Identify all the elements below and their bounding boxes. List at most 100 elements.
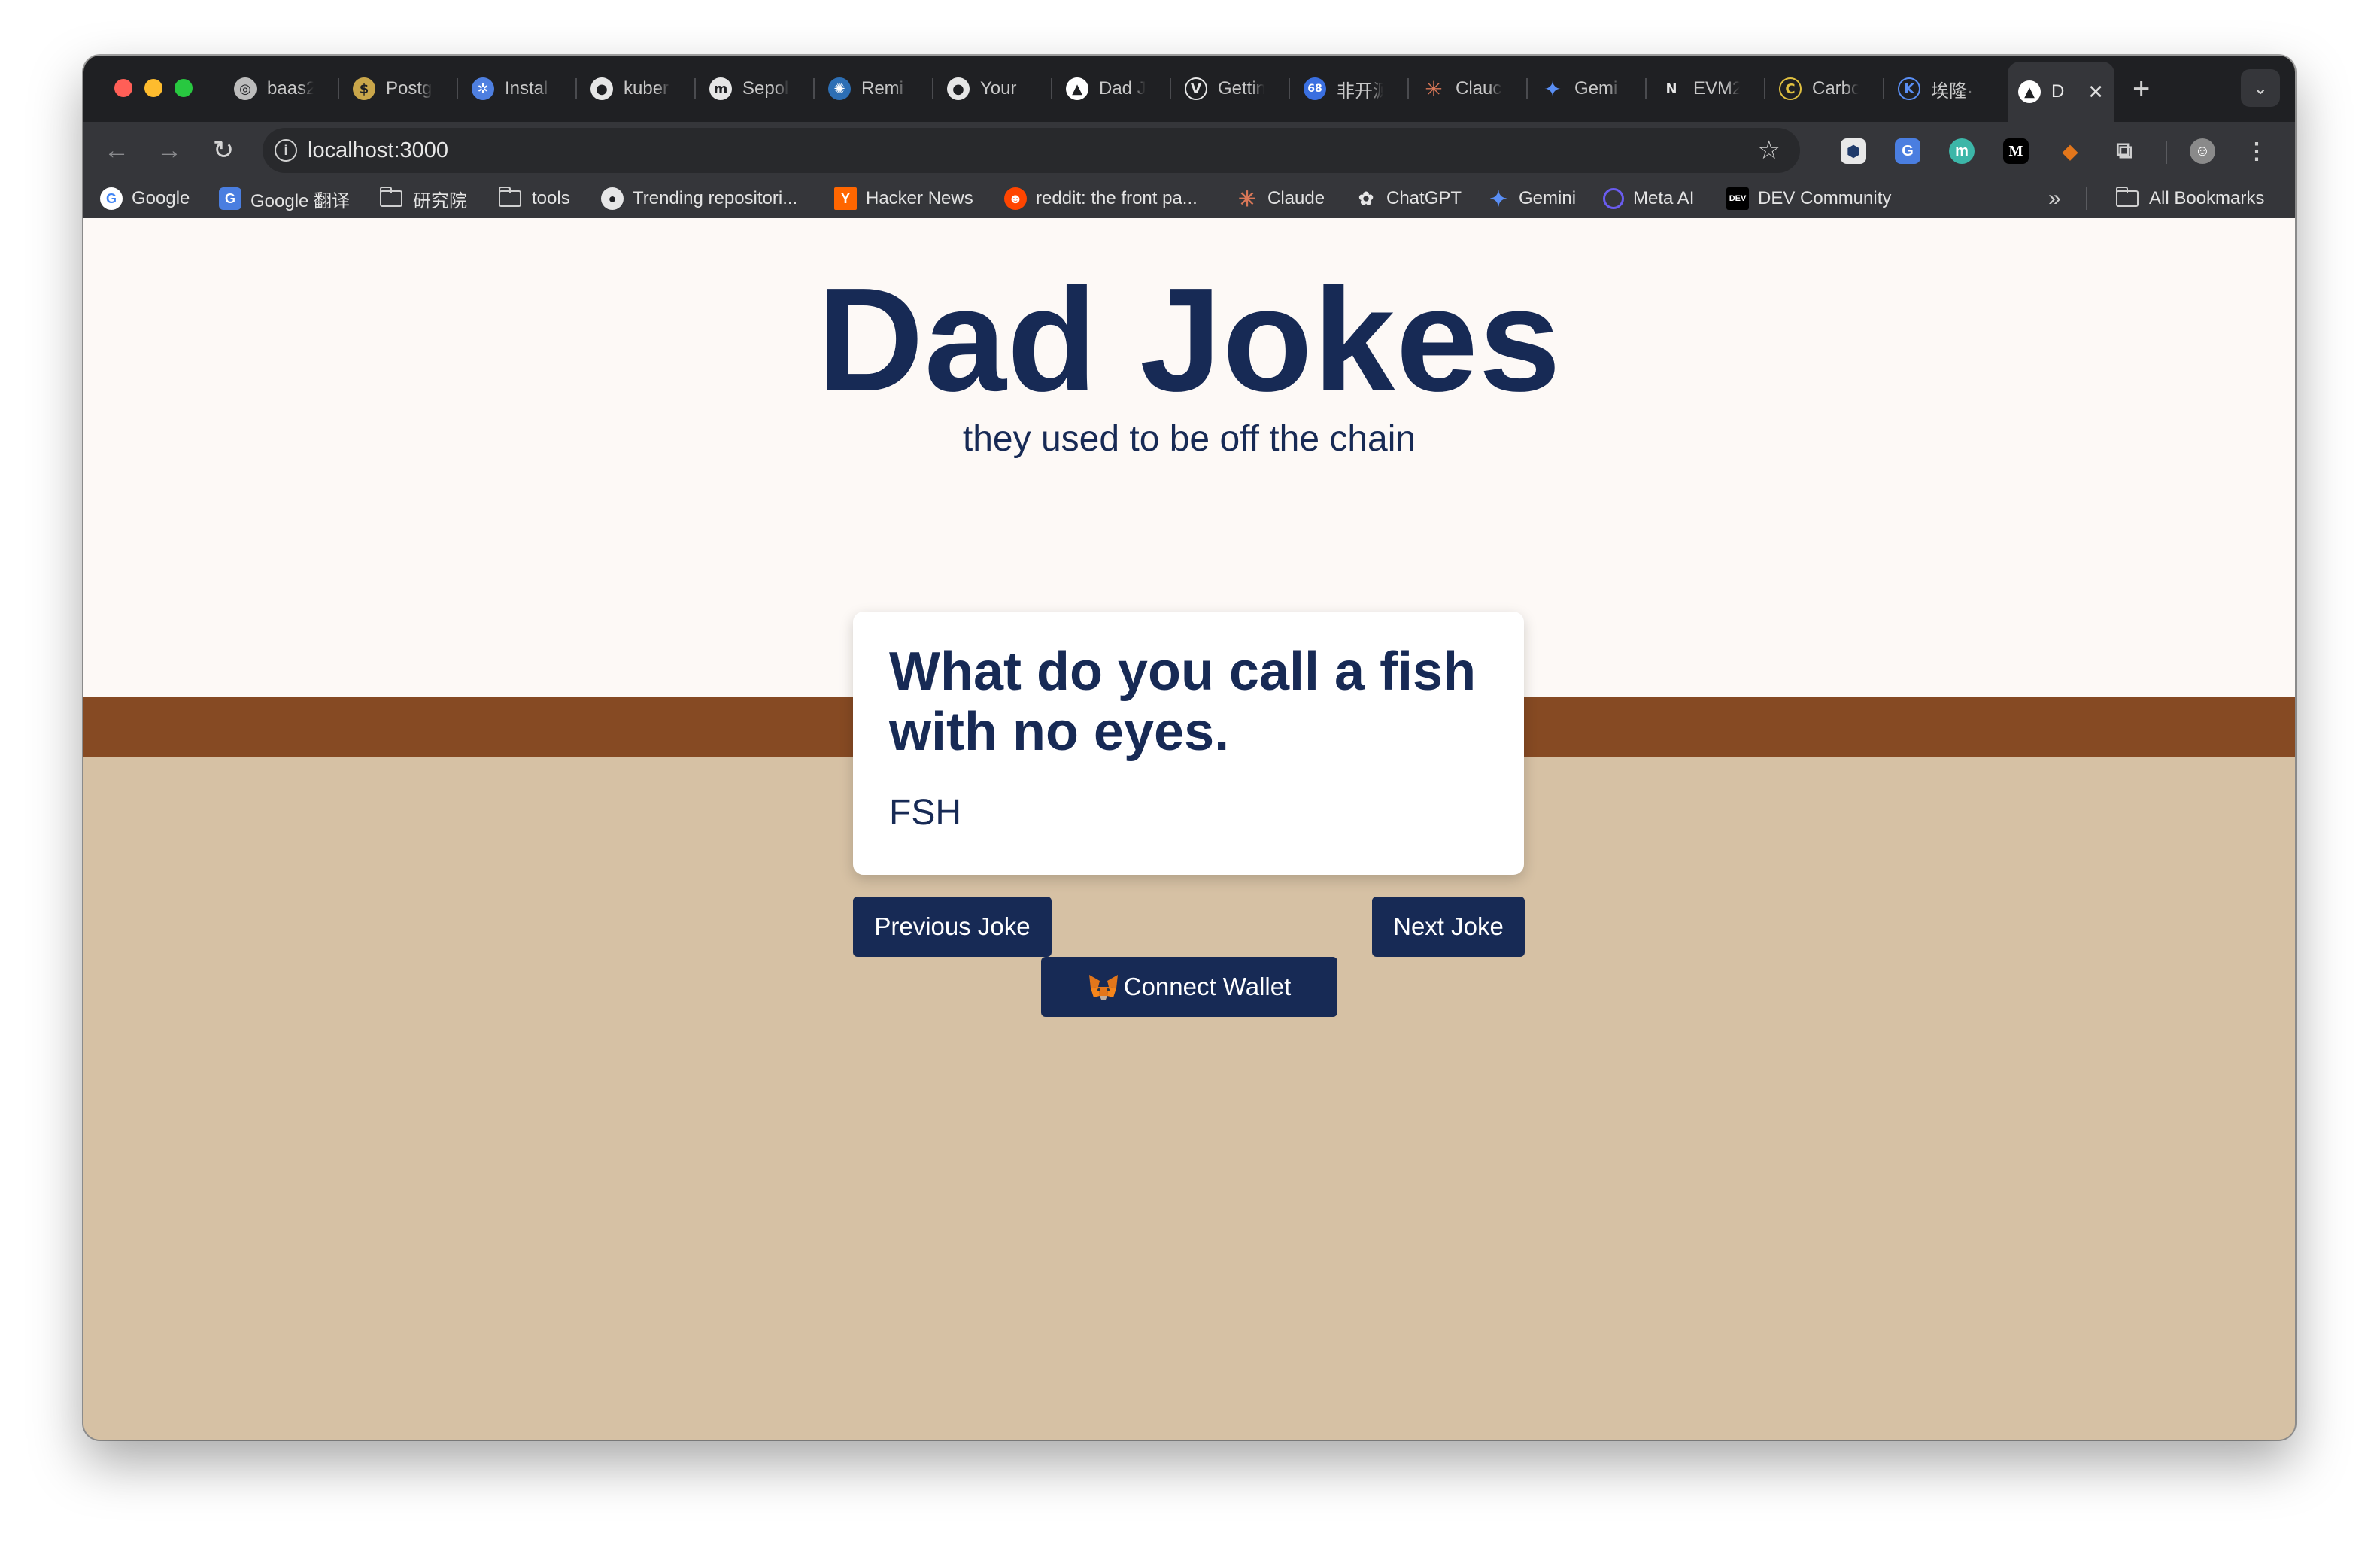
joke-answer: FSH xyxy=(889,793,961,833)
google-translate-extension-icon[interactable]: G xyxy=(1895,138,1920,164)
page-subtitle: they used to be off the chain xyxy=(962,419,1416,459)
arrow-right-icon: → xyxy=(156,135,182,165)
previous-joke-button[interactable]: Previous Joke xyxy=(853,897,1052,957)
tab-3[interactable]: ● kuber xyxy=(580,68,697,110)
minimize-window-button[interactable] xyxy=(144,79,162,97)
coin-icon: $ xyxy=(353,77,375,100)
triangle-icon: ▲ xyxy=(1066,77,1088,100)
tab-search-button[interactable]: ⌄ xyxy=(2241,69,2280,107)
google-icon: G xyxy=(100,187,123,210)
next-joke-button[interactable]: Next Joke xyxy=(1372,897,1525,957)
tab-11[interactable]: ✦ Gemi xyxy=(1531,68,1648,110)
bookmark-chatgpt[interactable]: ✿ ChatGPT xyxy=(1355,185,1462,212)
reload-button[interactable]: ↻ xyxy=(205,132,241,168)
folder-icon xyxy=(2116,187,2139,207)
close-tab-icon[interactable]: ✕ xyxy=(2087,80,2104,104)
folder-icon xyxy=(499,187,521,207)
bookmark-gemini[interactable]: ✦ Gemini xyxy=(1487,185,1576,212)
bookmark-google-translate[interactable]: G Google 翻译 xyxy=(219,185,350,212)
site-info-icon[interactable]: i xyxy=(275,139,297,162)
github-icon: ● xyxy=(947,77,970,100)
gemini-icon: ✦ xyxy=(1489,187,1507,211)
bookmarks-divider xyxy=(2086,187,2087,210)
tab-0[interactable]: ◎ baas2 xyxy=(223,68,341,110)
page-title: Dad Jokes xyxy=(817,257,1562,422)
bookmark-folder-research[interactable]: 研究院 xyxy=(380,185,467,212)
kimi-icon: K xyxy=(1898,77,1920,100)
browser-window: ◎ baas2 $ Postg ✲ Instal ● kuber m Sepol… xyxy=(83,56,2295,1440)
profile-avatar[interactable]: ☺ xyxy=(2190,138,2215,164)
reddit-icon: ☻ xyxy=(1004,187,1027,210)
badge-icon: 68 xyxy=(1304,77,1326,100)
remix-icon: ✺ xyxy=(828,77,851,100)
bookmark-google[interactable]: G Google xyxy=(100,185,190,212)
tab-12[interactable]: N EVM2 xyxy=(1650,68,1767,110)
tab-2[interactable]: ✲ Instal xyxy=(461,68,578,110)
meta-ai-icon xyxy=(1603,188,1624,209)
tab-6[interactable]: ● Your xyxy=(937,68,1054,110)
joke-card: What do you call a fish with no eyes. FS… xyxy=(853,612,1524,875)
bookmarks-overflow-button[interactable]: » xyxy=(2048,185,2061,212)
bookmark-dev-community[interactable]: DEV DEV Community xyxy=(1726,185,1891,212)
notion-icon: N xyxy=(1665,80,1677,97)
google-translate-icon: G xyxy=(219,187,241,210)
connect-wallet-button[interactable]: Connect Wallet xyxy=(1041,957,1337,1017)
all-bookmarks-button[interactable]: All Bookmarks xyxy=(2116,185,2264,212)
tab-8[interactable]: V Gettin xyxy=(1174,68,1292,110)
extension-m-icon[interactable]: m xyxy=(1949,138,1975,164)
triangle-icon: ▲ xyxy=(2018,80,2041,103)
address-bar[interactable]: i localhost:3000 ☆ xyxy=(263,128,1800,173)
tab-7[interactable]: ▲ Dad J xyxy=(1055,68,1173,110)
dev-icon: DEV xyxy=(1726,187,1749,210)
bookmark-hacker-news[interactable]: Y Hacker News xyxy=(834,185,973,212)
more-menu-icon[interactable]: ⋮ xyxy=(2244,138,2269,164)
tab-13[interactable]: C Carbo xyxy=(1768,68,1886,110)
folder-icon xyxy=(380,187,402,207)
connect-wallet-label: Connect Wallet xyxy=(1123,973,1292,1000)
tab-14[interactable]: K 埃隆· xyxy=(1887,68,2005,110)
medium-extension-icon[interactable]: M xyxy=(2003,138,2029,164)
metamask-extension-icon[interactable]: ◆ xyxy=(2057,138,2083,164)
bookmark-trending[interactable]: ● Trending repositori... xyxy=(601,185,797,212)
bookmark-folder-tools[interactable]: tools xyxy=(499,185,570,212)
address-text[interactable]: localhost:3000 xyxy=(308,138,448,163)
browser-toolbar: ← → ↻ i localhost:3000 ☆ ⬢ G m M ◆ ⧉ ☺ ⋮ xyxy=(83,122,2295,179)
arrow-left-icon: ← xyxy=(104,135,129,165)
reload-icon: ↻ xyxy=(212,136,235,165)
extension-1-icon[interactable]: ⬢ xyxy=(1841,138,1866,164)
openai-icon: ◎ xyxy=(234,77,257,100)
github-icon: ● xyxy=(601,187,624,210)
claude-icon: ✳ xyxy=(1238,187,1256,211)
new-tab-button[interactable]: + xyxy=(2133,72,2150,105)
page-viewport: Dad Jokes they used to be off the chain … xyxy=(83,218,2295,1440)
tab-10[interactable]: ✳ Clauc xyxy=(1412,68,1529,110)
vue-icon: V xyxy=(1185,77,1207,100)
claude-icon: ✳ xyxy=(1425,76,1443,102)
close-window-button[interactable] xyxy=(114,79,132,97)
extensions-puzzle-icon[interactable]: ⧉ xyxy=(2111,138,2137,164)
bookmarks-bar: G Google G Google 翻译 研究院 tools ● Trendin… xyxy=(83,179,2295,219)
bookmark-meta-ai[interactable]: Meta AI xyxy=(1603,185,1694,212)
bookmark-star-icon[interactable]: ☆ xyxy=(1758,135,1780,165)
bookmark-reddit[interactable]: ☻ reddit: the front pa... xyxy=(1004,185,1198,212)
hacker-news-icon: Y xyxy=(834,187,857,210)
tab-9[interactable]: 68 非开源 xyxy=(1293,68,1410,110)
github-icon: ● xyxy=(590,77,613,100)
explorer-icon: m xyxy=(709,77,732,100)
chevron-down-icon: ⌄ xyxy=(2252,77,2269,99)
double-chevron-icon: » xyxy=(2048,186,2061,211)
kubernetes-icon: ✲ xyxy=(472,77,494,100)
tab-strip: ◎ baas2 $ Postg ✲ Instal ● kuber m Sepol… xyxy=(83,56,2295,122)
gemini-icon: ✦ xyxy=(1544,76,1562,102)
tab-1[interactable]: $ Postg xyxy=(342,68,460,110)
carbon-icon: C xyxy=(1779,77,1802,100)
forward-button[interactable]: → xyxy=(151,132,187,168)
joke-question: What do you call a fish with no eyes. xyxy=(889,642,1477,762)
tab-4[interactable]: m Sepol xyxy=(699,68,816,110)
maximize-window-button[interactable] xyxy=(175,79,193,97)
tab-5[interactable]: ✺ Remi xyxy=(818,68,935,110)
bookmark-claude[interactable]: ✳ Claude xyxy=(1236,185,1325,212)
back-button[interactable]: ← xyxy=(99,132,135,168)
tab-active[interactable]: ▲ D ✕ xyxy=(2008,62,2114,122)
chatgpt-icon: ✿ xyxy=(1358,188,1374,209)
